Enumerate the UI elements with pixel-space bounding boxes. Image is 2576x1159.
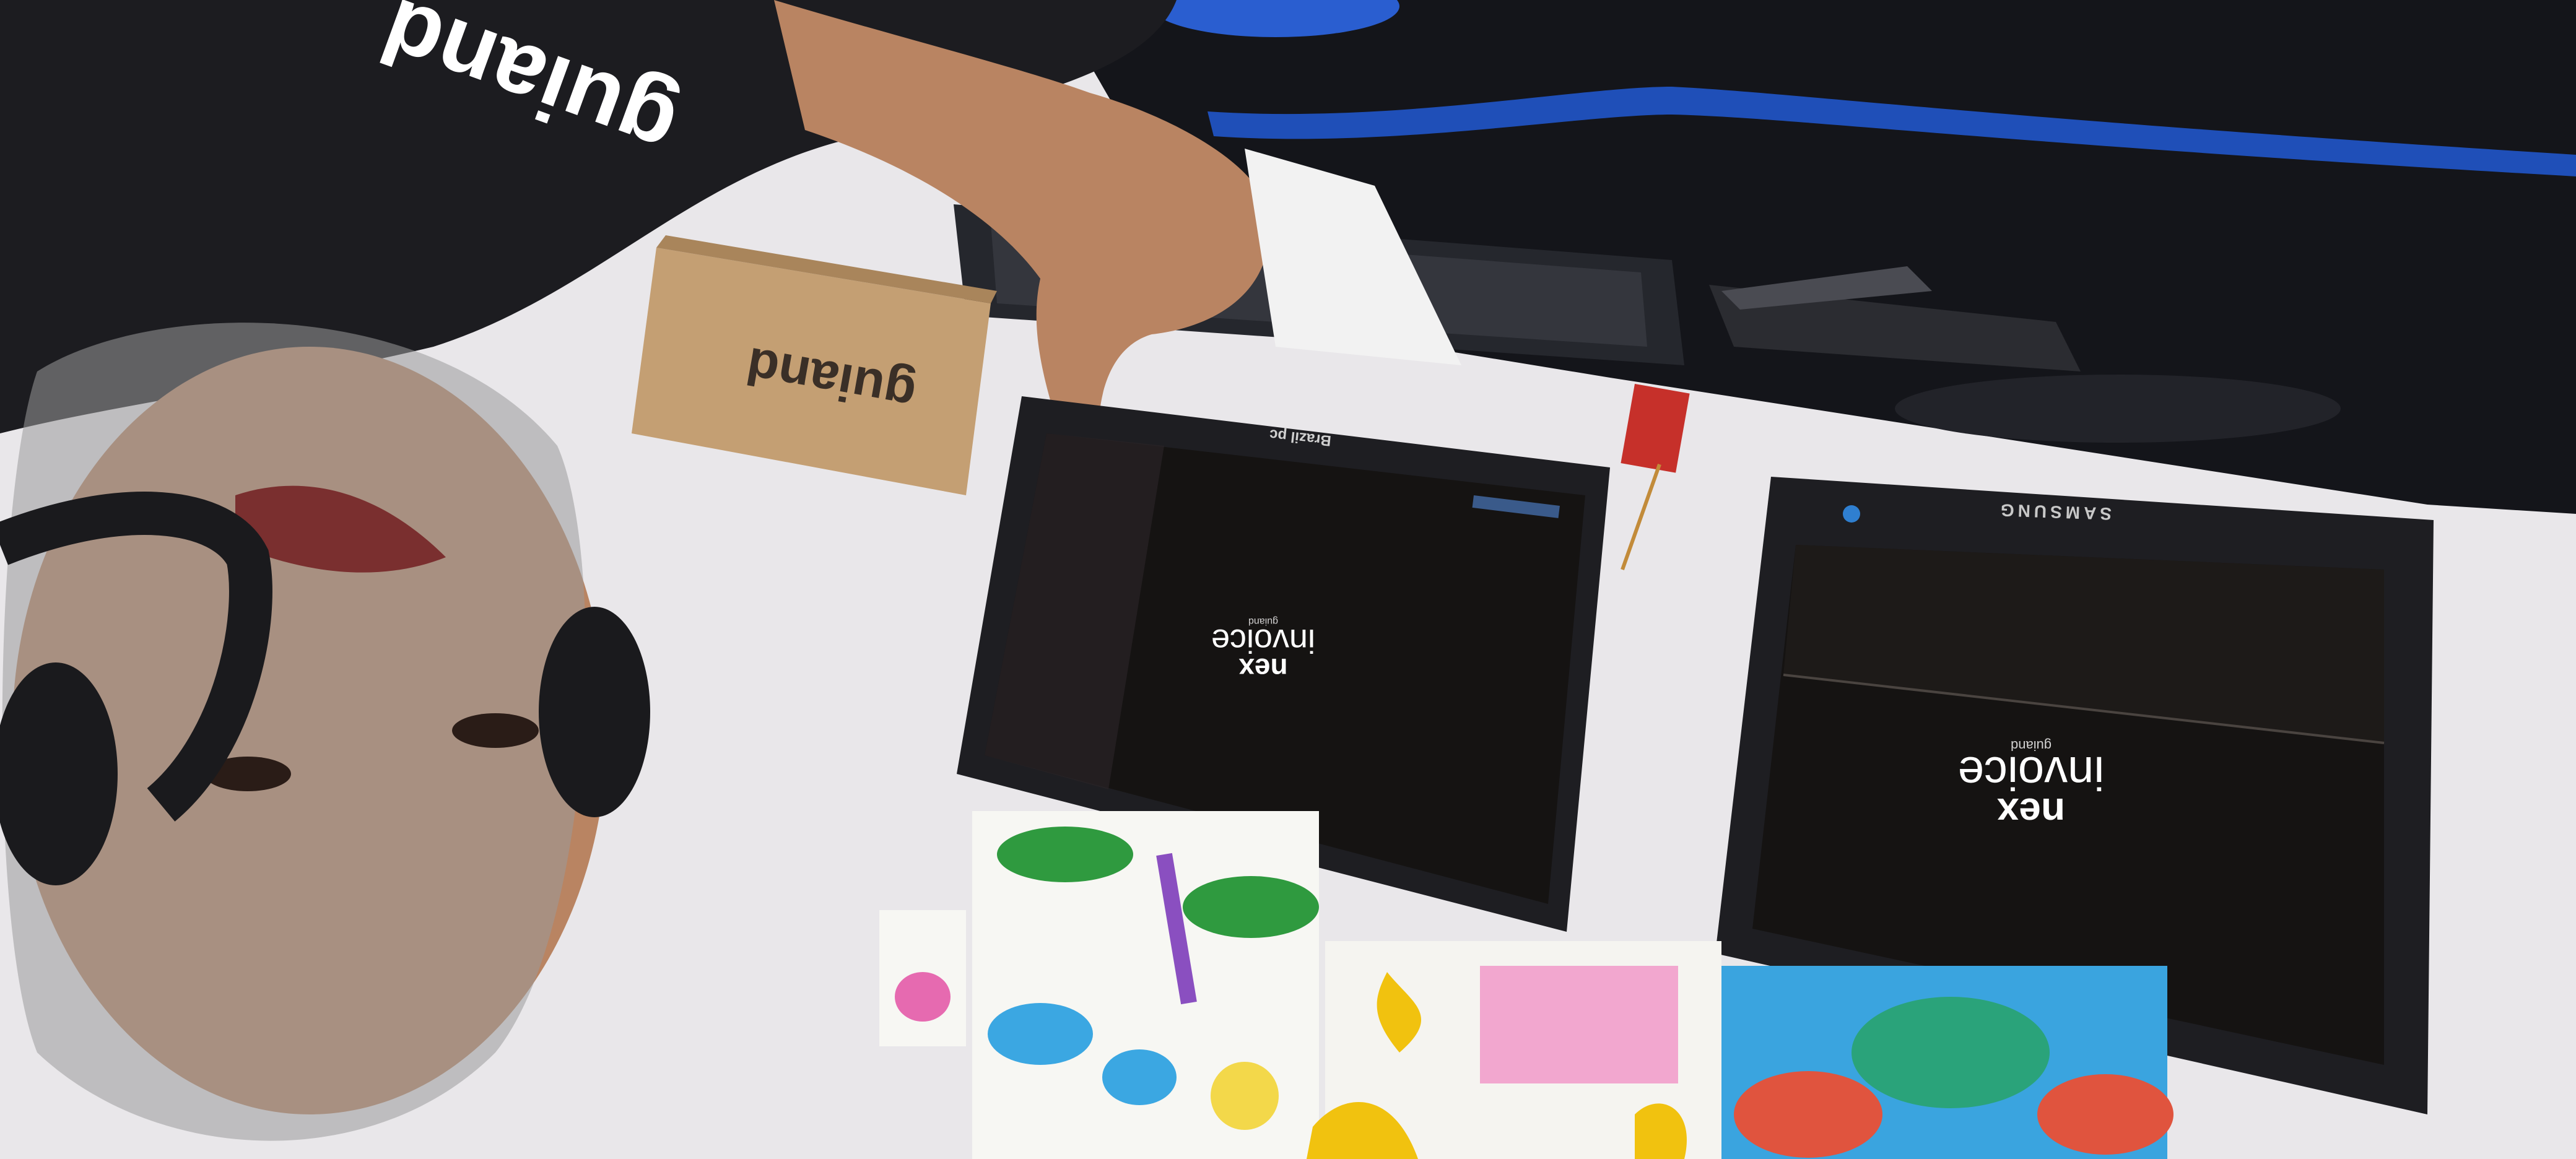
right-monitor-brand-line2: invoice bbox=[1957, 747, 2105, 800]
right-monitor-logo: nex invoice guiand bbox=[1938, 706, 2124, 835]
left-monitor-brand-line2: invoice bbox=[1211, 622, 1316, 659]
left-monitor-brand-line1: nex bbox=[1238, 653, 1288, 685]
right-monitor-brand-line1: nex bbox=[1996, 790, 2066, 835]
desk-photo bbox=[0, 0, 2576, 1159]
right-monitor-brand-tagline: guiand bbox=[2010, 738, 2052, 754]
left-monitor-logo: nex invoice guiand bbox=[1201, 594, 1325, 685]
left-monitor-brand-tagline: guiand bbox=[1248, 616, 1279, 627]
monitor-stand bbox=[1895, 375, 2341, 443]
